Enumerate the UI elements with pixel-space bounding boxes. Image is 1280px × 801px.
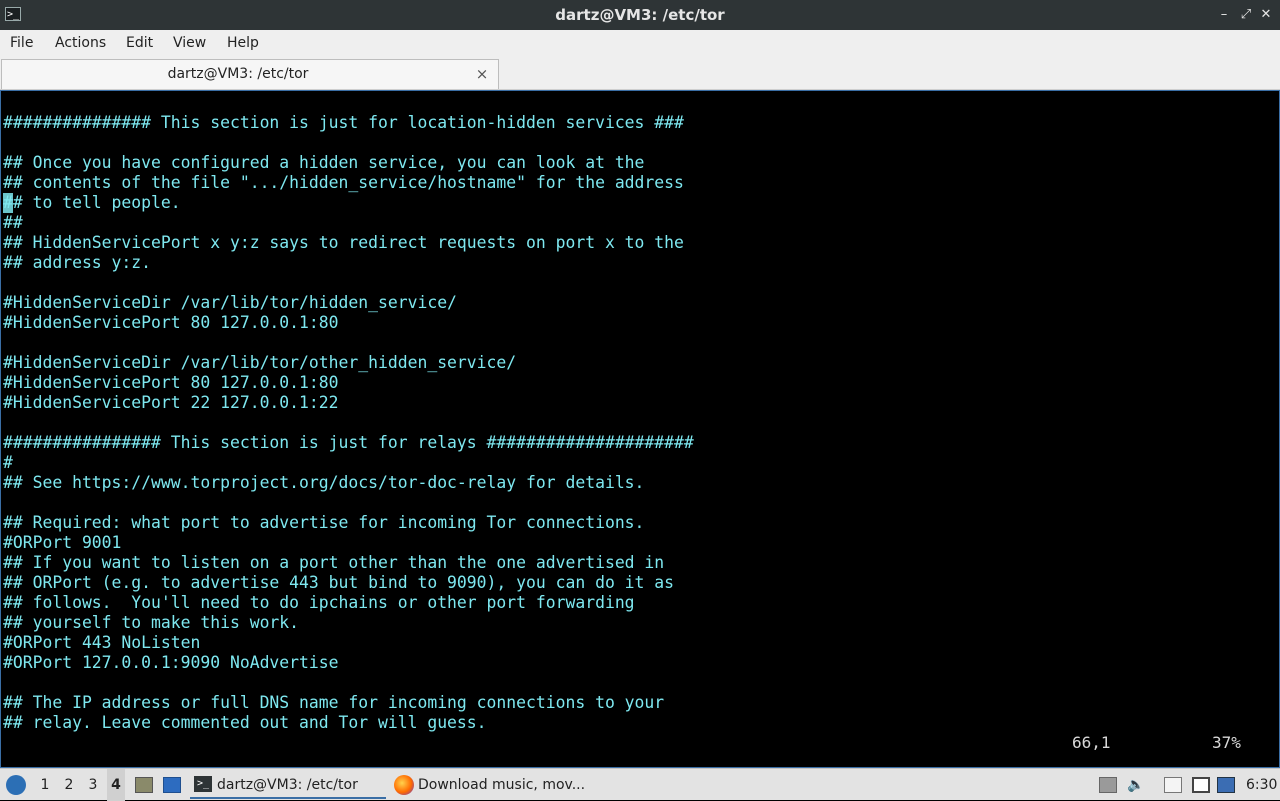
disk-icon[interactable]: [1099, 777, 1117, 793]
terminal-line: #: [3, 453, 13, 472]
terminal-line: #HiddenServicePort 80 127.0.0.1:80: [3, 313, 339, 332]
workspace-2[interactable]: 2: [60, 769, 78, 801]
terminal-line: ## to tell people.: [3, 193, 181, 212]
terminal-line: #ORPort 9001: [3, 533, 122, 552]
firefox-icon: [394, 775, 414, 795]
clipboard-icon[interactable]: [1164, 777, 1182, 793]
menu-help[interactable]: Help: [227, 30, 259, 57]
terminal-line: #HiddenServiceDir /var/lib/tor/other_hid…: [3, 353, 517, 372]
menu-edit[interactable]: Edit: [126, 30, 153, 57]
taskbar: 1 2 3 4 >_ dartz@VM3: /etc/tor Download …: [0, 768, 1280, 801]
terminal-line: ## follows. You'll need to do ipchains o…: [3, 593, 635, 612]
task-label: Download music, mov...: [418, 777, 586, 793]
task-label: dartz@VM3: /etc/tor: [217, 777, 358, 793]
close-window-button[interactable]: ✕: [1258, 6, 1274, 24]
menu-view[interactable]: View: [173, 30, 206, 57]
tab-label: dartz@VM3: /etc/tor: [167, 66, 309, 82]
update-icon[interactable]: [1217, 777, 1235, 793]
terminal-line: ##: [3, 213, 23, 232]
menu-file[interactable]: File: [10, 30, 33, 57]
window-title: dartz@VM3: /etc/tor: [555, 6, 725, 24]
cursor-position: 66,1: [1072, 733, 1111, 752]
network-icon[interactable]: [1192, 777, 1210, 793]
terminal-line: #HiddenServicePort 22 127.0.0.1:22: [3, 393, 339, 412]
workspace-4[interactable]: 4: [107, 769, 125, 801]
terminal-line: ## relay. Leave commented out and Tor wi…: [3, 713, 487, 732]
terminal-view[interactable]: ############### This section is just for…: [0, 90, 1280, 768]
tab-close-icon[interactable]: ×: [474, 64, 490, 84]
terminal-line: ## If you want to listen on a port other…: [3, 553, 665, 572]
terminal-line: ## address y:z.: [3, 253, 152, 272]
minimize-button[interactable]: –: [1216, 6, 1232, 24]
volume-icon[interactable]: 🔈: [1127, 777, 1145, 793]
terminal-line: #HiddenServiceDir /var/lib/tor/hidden_se…: [3, 293, 457, 312]
window-titlebar[interactable]: >_ dartz@VM3: /etc/tor – ⤢ ✕: [0, 0, 1280, 30]
terminal-content: ############### This section is just for…: [3, 113, 694, 733]
text-cursor: [3, 193, 13, 213]
maximize-button[interactable]: ⤢: [1238, 6, 1254, 24]
start-menu-icon[interactable]: [6, 775, 26, 795]
clock[interactable]: 6:30: [1246, 769, 1277, 801]
terminal-line: ## contents of the file ".../hidden_serv…: [3, 173, 684, 192]
terminal-line: ################ This section is just fo…: [3, 433, 694, 452]
terminal-line: #HiddenServicePort 80 127.0.0.1:80: [3, 373, 339, 392]
terminal-line: ## Once you have configured a hidden ser…: [3, 153, 645, 172]
terminal-line: ############### This section is just for…: [3, 113, 684, 132]
show-desktop-icon[interactable]: [163, 777, 181, 793]
taskbar-task-firefox[interactable]: Download music, mov...: [392, 771, 588, 799]
terminal-line: ## The IP address or full DNS name for i…: [3, 693, 665, 712]
terminal-line: ## ORPort (e.g. to advertise 443 but bin…: [3, 573, 675, 592]
workspace-3[interactable]: 3: [84, 769, 102, 801]
scroll-percent: 37%: [1212, 733, 1241, 752]
terminal-icon: >_: [194, 776, 212, 792]
menu-bar: File Actions Edit View Help: [0, 30, 1280, 57]
tab-bar: dartz@VM3: /etc/tor ×: [0, 57, 1280, 90]
terminal-line: ## yourself to make this work.: [3, 613, 300, 632]
terminal-tab[interactable]: dartz@VM3: /etc/tor ×: [1, 59, 499, 89]
terminal-line: #ORPort 443 NoListen: [3, 633, 201, 652]
menu-actions[interactable]: Actions: [55, 30, 106, 57]
terminal-line: ## HiddenServicePort x y:z says to redir…: [3, 233, 684, 252]
file-manager-icon[interactable]: [135, 777, 153, 793]
terminal-line: #ORPort 127.0.0.1:9090 NoAdvertise: [3, 653, 339, 672]
workspace-1[interactable]: 1: [36, 769, 54, 801]
taskbar-task-terminal[interactable]: >_ dartz@VM3: /etc/tor: [190, 771, 386, 799]
terminal-line: ## Required: what port to advertise for …: [3, 513, 645, 532]
terminal-line: ## See https://www.torproject.org/docs/t…: [3, 473, 645, 492]
